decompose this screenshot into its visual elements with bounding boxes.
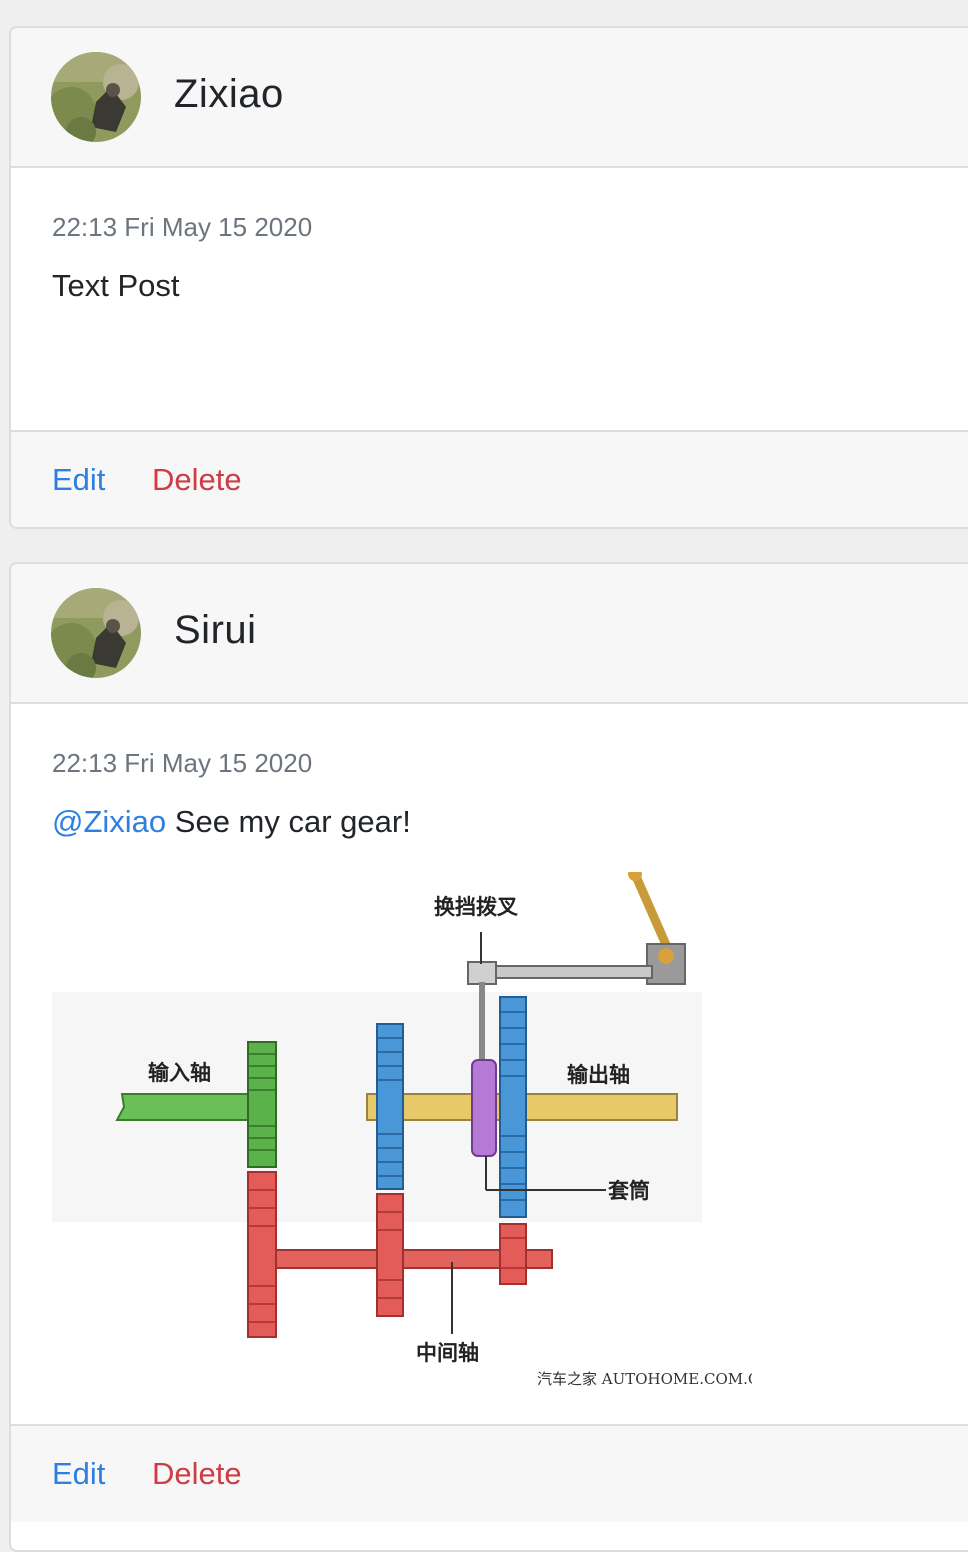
post-timestamp: 22:13 Fri May 15 2020 <box>52 212 313 242</box>
post-header: Sirui <box>11 564 968 704</box>
post-text: Text Post <box>52 268 180 304</box>
post-timestamp: 22:13 Fri May 15 2020 <box>52 748 313 778</box>
label-watermark: 汽车之家 AUTOHOME.COM.CN <box>537 1370 752 1388</box>
edit-button[interactable]: Edit <box>52 462 105 498</box>
post-header: Zixiao <box>11 28 968 168</box>
post-text: @Zixiao See my car gear! <box>52 804 411 840</box>
post-card: Zixiao 22:13 Fri May 15 2020 Text Post E… <box>9 26 968 529</box>
gear-diagram-image: 换挡拨叉 输入轴 输出轴 套筒 中间轴 汽车之家 AUTOHOME.COM.CN <box>52 872 752 1392</box>
delete-button[interactable]: Delete <box>152 1456 242 1492</box>
post-body: 22:13 Fri May 15 2020 @Zixiao See my car… <box>11 704 968 1424</box>
post-author[interactable]: Sirui <box>174 608 257 653</box>
label-countershaft: 中间轴 <box>416 1341 479 1365</box>
avatar[interactable] <box>51 588 141 678</box>
avatar[interactable] <box>51 52 141 142</box>
label-shift-fork: 换挡拨叉 <box>434 895 519 919</box>
post-footer: Edit Delete <box>11 430 968 527</box>
post-text-content: See my car gear! <box>166 804 411 839</box>
post-text-content: Text Post <box>52 268 180 303</box>
post-body: 22:13 Fri May 15 2020 Text Post <box>11 168 968 430</box>
edit-button[interactable]: Edit <box>52 1456 105 1492</box>
delete-button[interactable]: Delete <box>152 462 242 498</box>
mention-link[interactable]: @Zixiao <box>52 804 166 839</box>
label-sleeve: 套筒 <box>608 1179 650 1203</box>
label-input-shaft: 输入轴 <box>148 1061 211 1085</box>
post-author[interactable]: Zixiao <box>174 72 284 117</box>
post-footer: Edit Delete <box>11 1424 968 1522</box>
label-output-shaft: 输出轴 <box>567 1063 630 1087</box>
post-card: Sirui 22:13 Fri May 15 2020 @Zixiao See … <box>9 562 968 1552</box>
